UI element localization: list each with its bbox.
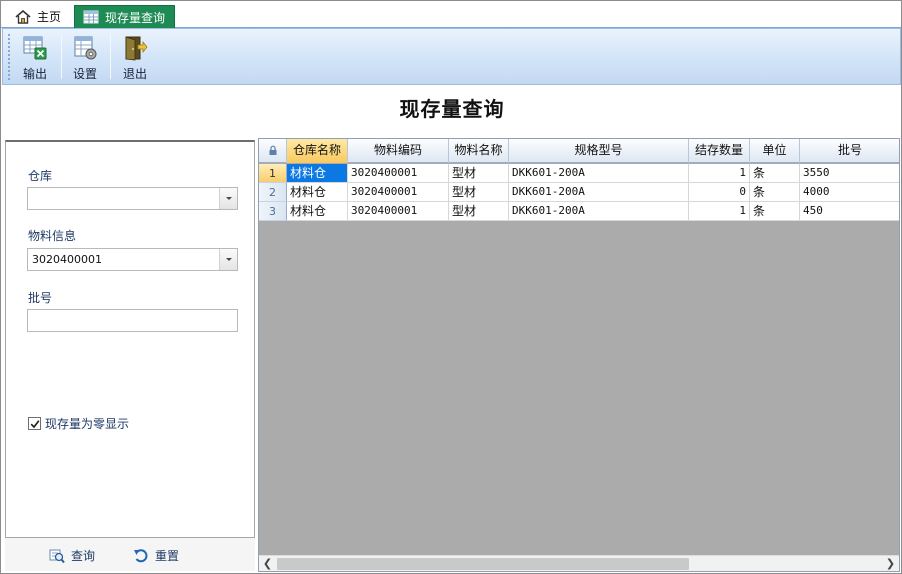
settings-label: 设置 bbox=[72, 67, 97, 81]
cell-qty[interactable]: 1 bbox=[689, 164, 750, 183]
cell-spec[interactable]: DKK601-200A bbox=[509, 202, 689, 221]
table-icon bbox=[83, 10, 99, 24]
export-button[interactable]: 输出 bbox=[13, 32, 57, 82]
settings-icon bbox=[72, 35, 98, 61]
filter-panel: 仓库 物料信息 3020400001 批号 现存量为零显示 bbox=[5, 140, 255, 538]
cell-unit[interactable]: 条 bbox=[750, 183, 800, 202]
reset-label: 重置 bbox=[155, 549, 180, 563]
column-header[interactable]: 规格型号 bbox=[509, 139, 689, 163]
cell-spec[interactable]: DKK601-200A bbox=[509, 164, 689, 183]
cell-spec[interactable]: DKK601-200A bbox=[509, 183, 689, 202]
column-header[interactable]: 仓库名称 bbox=[287, 139, 348, 163]
cell-warehouse[interactable]: 材料仓 bbox=[287, 202, 348, 221]
row-header[interactable]: 1 bbox=[259, 164, 287, 183]
column-header[interactable]: 物料名称 bbox=[449, 139, 509, 163]
query-button[interactable]: 查询 bbox=[49, 547, 95, 564]
cell-batch[interactable]: 3550 bbox=[800, 164, 899, 183]
tab-inventory-query[interactable]: 现存量查询 bbox=[74, 5, 175, 28]
toolbar-grip[interactable] bbox=[8, 34, 10, 80]
query-label: 查询 bbox=[71, 549, 96, 563]
row-header[interactable]: 2 bbox=[259, 183, 287, 202]
material-value: 3020400001 bbox=[32, 253, 102, 266]
search-icon bbox=[49, 548, 65, 564]
batch-label: 批号 bbox=[28, 291, 53, 305]
cell-warehouse[interactable]: 材料仓 bbox=[287, 183, 348, 202]
cell-code[interactable]: 3020400001 bbox=[348, 202, 449, 221]
warehouse-combobox[interactable] bbox=[27, 187, 238, 210]
cell-qty[interactable]: 0 bbox=[689, 183, 750, 202]
settings-button[interactable]: 设置 bbox=[63, 32, 107, 82]
action-bar: 查询 重置 bbox=[5, 538, 255, 571]
chevron-down-icon[interactable] bbox=[219, 188, 237, 209]
cell-code[interactable]: 3020400001 bbox=[348, 164, 449, 183]
table-row[interactable]: 材料仓 3020400001 型材 DKK601-200A 1 条 3550 bbox=[287, 164, 899, 183]
page-title: 现存量查询 bbox=[399, 97, 505, 121]
cell-name[interactable]: 型材 bbox=[449, 183, 509, 202]
cell-warehouse[interactable]: 材料仓 bbox=[287, 164, 348, 183]
tab-home-label: 主页 bbox=[37, 10, 62, 24]
checkmark-icon bbox=[30, 420, 40, 429]
column-header[interactable]: 结存数量 bbox=[689, 139, 750, 163]
grid-header: 仓库名称 物料编码 物料名称 规格型号 结存数量 单位 批号 bbox=[259, 139, 899, 163]
cell-batch[interactable]: 450 bbox=[800, 202, 899, 221]
export-label: 输出 bbox=[22, 67, 47, 81]
exit-label: 退出 bbox=[122, 67, 147, 81]
checkbox-box[interactable] bbox=[28, 417, 41, 430]
home-icon bbox=[15, 9, 31, 24]
material-label: 物料信息 bbox=[28, 229, 77, 243]
column-header[interactable]: 批号 bbox=[800, 139, 899, 163]
horizontal-scrollbar[interactable]: ❮ ❯ bbox=[259, 555, 899, 571]
chevron-down-icon[interactable] bbox=[219, 249, 237, 270]
scroll-left-icon[interactable]: ❮ bbox=[259, 556, 276, 571]
tab-strip: 主页 现存量查询 bbox=[1, 1, 901, 28]
cell-unit[interactable]: 条 bbox=[750, 202, 800, 221]
cell-qty[interactable]: 1 bbox=[689, 202, 750, 221]
cell-unit[interactable]: 条 bbox=[750, 164, 800, 183]
cell-name[interactable]: 型材 bbox=[449, 164, 509, 183]
inventory-grid: 仓库名称 物料编码 物料名称 规格型号 结存数量 单位 批号 1 材料仓 302… bbox=[258, 138, 900, 572]
scroll-right-icon[interactable]: ❯ bbox=[882, 556, 899, 571]
row-header[interactable]: 3 bbox=[259, 202, 287, 221]
reset-button[interactable]: 重置 bbox=[133, 547, 179, 564]
reset-icon bbox=[133, 548, 149, 564]
toolbar: 输出 设置 退出 bbox=[2, 28, 901, 85]
show-zero-checkbox[interactable]: 现存量为零显示 bbox=[28, 415, 129, 432]
warehouse-label: 仓库 bbox=[28, 169, 53, 183]
lock-icon bbox=[269, 145, 276, 155]
toolbar-separator bbox=[61, 35, 62, 79]
cell-code[interactable]: 3020400001 bbox=[348, 183, 449, 202]
tab-home[interactable]: 主页 bbox=[7, 5, 69, 28]
column-header[interactable]: 物料编码 bbox=[348, 139, 449, 163]
export-icon bbox=[22, 35, 48, 61]
column-header[interactable]: 单位 bbox=[750, 139, 800, 163]
show-zero-label: 现存量为零显示 bbox=[45, 417, 130, 431]
cell-batch[interactable]: 4000 bbox=[800, 183, 899, 202]
cell-name[interactable]: 型材 bbox=[449, 202, 509, 221]
exit-icon bbox=[122, 35, 148, 61]
batch-input[interactable] bbox=[27, 309, 238, 332]
table-row[interactable]: 材料仓 3020400001 型材 DKK601-200A 1 条 450 bbox=[287, 202, 899, 221]
material-combobox[interactable]: 3020400001 bbox=[27, 248, 238, 271]
exit-button[interactable]: 退出 bbox=[113, 32, 157, 82]
table-row[interactable]: 材料仓 3020400001 型材 DKK601-200A 0 条 4000 bbox=[287, 183, 899, 202]
grid-corner[interactable] bbox=[259, 139, 287, 163]
app-window: 主页 现存量查询 输出 设置 退出 现存量查询 仓库 物料信息 30204000… bbox=[0, 0, 902, 574]
toolbar-separator bbox=[110, 35, 111, 79]
scrollbar-thumb[interactable] bbox=[277, 558, 689, 570]
tab-inventory-query-label: 现存量查询 bbox=[105, 10, 166, 25]
